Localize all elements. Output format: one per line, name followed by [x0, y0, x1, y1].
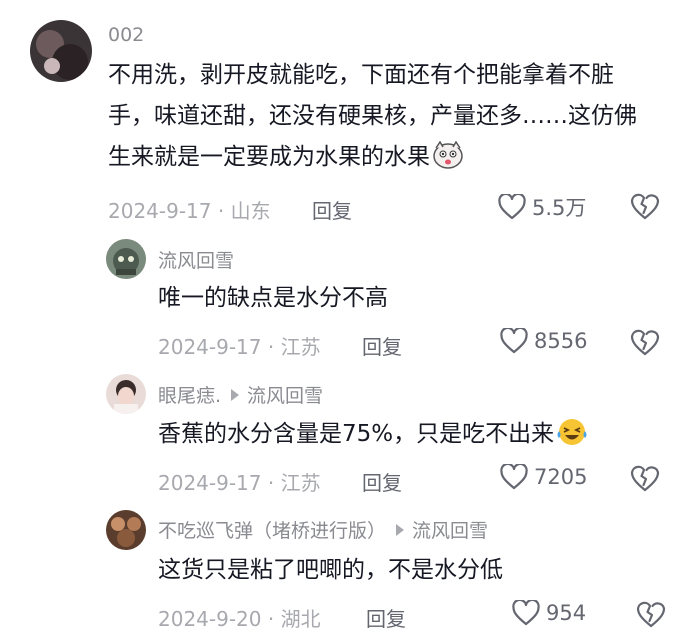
dislike-button[interactable] — [636, 600, 666, 628]
reply-button[interactable]: 回复 — [362, 331, 402, 360]
dislike-button[interactable] — [630, 192, 660, 220]
comment-text-content: 不用洗，剥开皮就能吃，下面还有个把能拿着不脏手，味道还甜，还没有硬果核，产量还多… — [108, 62, 637, 170]
like-button[interactable]: 954 — [512, 600, 586, 626]
dislike-button[interactable] — [630, 464, 660, 492]
like-count: 5.5万 — [532, 196, 587, 220]
broken-heart-icon — [630, 465, 660, 492]
avatar[interactable] — [106, 239, 146, 279]
heart-outline-icon — [500, 328, 528, 354]
comment-date-location: 2024-9-17 · 山东 — [108, 199, 271, 223]
dislike-button[interactable] — [630, 328, 660, 356]
reply-arrow-icon — [231, 389, 240, 401]
avatar[interactable] — [30, 20, 92, 82]
comment-username: 不吃巡飞弹（堵桥进行版） 流风回雪 — [158, 516, 488, 543]
cat-face-emoji — [432, 140, 464, 184]
reply-button[interactable]: 回复 — [366, 603, 406, 632]
comment-username-link[interactable]: 不吃巡飞弹（堵桥进行版） — [158, 520, 386, 542]
reply-arrow-icon — [396, 524, 405, 536]
comment-text: 香蕉的水分含量是75%，只是吃不出来 — [158, 414, 658, 461]
broken-heart-icon — [630, 329, 660, 356]
heart-outline-icon — [500, 464, 528, 490]
comment-username[interactable]: 002 — [108, 24, 144, 46]
reply-button[interactable]: 回复 — [312, 195, 352, 224]
comment-text: 这货只是粘了吧唧的，不是水分低 — [158, 557, 503, 583]
avatar[interactable] — [106, 510, 146, 550]
comment-username: 眼尾痣. 流风回雪 — [158, 381, 323, 408]
like-button[interactable]: 8556 — [500, 328, 587, 354]
like-count: 8556 — [534, 329, 588, 353]
like-button[interactable]: 7205 — [500, 464, 587, 490]
like-button[interactable]: 5.5万 — [498, 192, 586, 222]
reply-button[interactable]: 回复 — [362, 467, 402, 496]
comment-username[interactable]: 流风回雪 — [158, 246, 234, 273]
comment-text-content: 香蕉的水分含量是75%，只是吃不出来 — [158, 421, 555, 447]
reply-to-username[interactable]: 流风回雪 — [247, 385, 323, 407]
heart-outline-icon — [498, 194, 526, 220]
comment-date-location: 2024-9-17 · 江苏 — [158, 335, 321, 359]
avatar[interactable] — [106, 374, 146, 414]
broken-heart-icon — [636, 601, 666, 628]
comment-text: 唯一的缺点是水分不高 — [158, 285, 388, 311]
broken-heart-icon — [630, 193, 660, 220]
reply-to-username[interactable]: 流风回雪 — [412, 520, 488, 542]
comment-date-location: 2024-9-17 · 江苏 — [158, 471, 321, 495]
laughing-crying-emoji — [556, 417, 588, 461]
like-count: 954 — [546, 601, 587, 625]
comment-date-location: 2024-9-20 · 湖北 — [158, 607, 321, 631]
heart-outline-icon — [512, 600, 540, 626]
comment-text: 不用洗，剥开皮就能吃，下面还有个把能拿着不脏手，味道还甜，还没有硬果核，产量还多… — [108, 55, 648, 184]
like-count: 7205 — [534, 465, 588, 489]
comment-username-link[interactable]: 眼尾痣. — [158, 385, 221, 407]
